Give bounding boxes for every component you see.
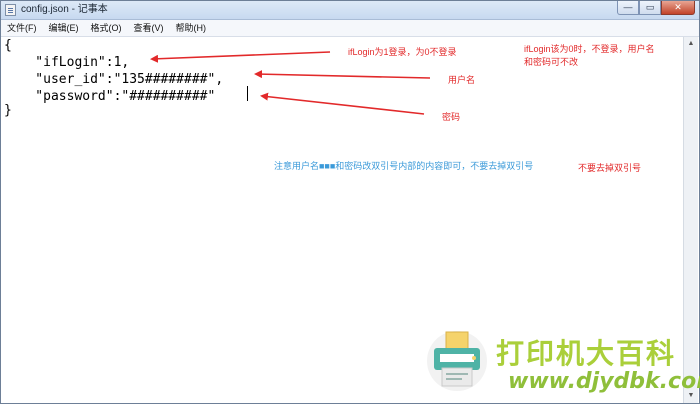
watermark: 打印机大百科 www.djydbk.com [418,322,700,402]
annotation-iflogin-zero-line1: ifLogin该为0时，不登录，用户名 [524,44,655,54]
printer-logo-icon [427,331,487,391]
annotation-notice: 注意用户名■■■和密码改双引号内部的内容即可，不要去掉双引号 [274,161,534,171]
annotation-username: 用户名 [448,75,476,85]
annotation-iflogin: ifLogin为1登录，为0不登录 [348,47,457,57]
arrow-username [254,70,431,79]
watermark-title: 打印机大百科 [496,337,677,370]
annotation-iflogin-zero-line2: 和密码可不改 [524,57,579,67]
annotation-notice-red: 不要去掉双引号 [578,163,642,173]
watermark-url: www.djydbk.com [508,369,700,394]
arrow-password [260,92,425,115]
arrow-iflogin [150,51,331,63]
annotation-password: 密码 [442,112,461,122]
